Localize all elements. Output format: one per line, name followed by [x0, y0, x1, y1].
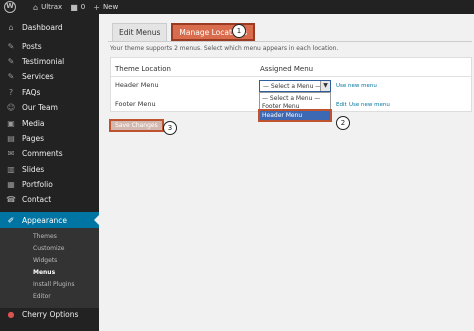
- sidebar-item-label: Testimonial: [22, 57, 65, 66]
- site-name-link[interactable]: ⌂ Ultrax: [33, 3, 62, 12]
- sidebar-item-pages[interactable]: ▤ Pages: [0, 131, 99, 146]
- menu-select-dropdown: — Select a Menu — Footer Menu Header Men…: [258, 92, 332, 122]
- sidebar-item-label: Slides: [22, 165, 45, 174]
- question-icon: ?: [8, 88, 14, 97]
- pin-icon: ✎: [7, 42, 15, 51]
- callout-1: 1: [232, 24, 246, 38]
- submenu-item-menus[interactable]: Menus: [0, 266, 99, 278]
- new-label: New: [102, 3, 119, 11]
- option-footer-menu[interactable]: Footer Menu: [260, 102, 330, 111]
- site-name: Ultrax: [41, 3, 63, 11]
- use-new-menu-link-footer[interactable]: Use new menu: [349, 102, 390, 108]
- slides-icon: ▥: [7, 165, 15, 174]
- admin-sidebar: ⌂ Dashboard ✎ Posts ✎ Testimonial ✎ Serv…: [0, 14, 99, 331]
- sidebar-item-label: Pages: [22, 134, 45, 143]
- cherry-icon: ●: [7, 310, 15, 319]
- sidebar-item-label: FAQs: [22, 88, 41, 97]
- sidebar-item-comments[interactable]: ✉ Comments: [0, 146, 99, 161]
- option-header-menu[interactable]: Header Menu: [258, 109, 332, 122]
- brush-icon: ✐: [7, 215, 15, 225]
- sidebar-item-label: Posts: [22, 42, 42, 51]
- pin-icon: ✎: [7, 57, 15, 66]
- save-changes-button[interactable]: Save Changes: [109, 119, 164, 132]
- tab-divider: [108, 41, 472, 42]
- comment-bubble-icon: ■: [70, 2, 78, 12]
- sidebar-item-cherry-options[interactable]: ● Cherry Options: [0, 307, 99, 322]
- admin-bar: W ⌂ Ultrax ■ 0 + New: [0, 0, 474, 14]
- phone-icon: ☎: [6, 195, 16, 204]
- use-new-menu-link-header[interactable]: Use new menu: [336, 83, 377, 89]
- appearance-submenu: Themes Customize Widgets Menus Install P…: [0, 228, 99, 308]
- sidebar-item-services[interactable]: ✎ Services: [0, 69, 99, 84]
- sidebar-item-label: Appearance: [22, 215, 68, 225]
- comments-count: 0: [80, 3, 86, 11]
- sidebar-item-label: Portfolio: [22, 180, 53, 189]
- sidebar-item-label: Services: [22, 72, 54, 81]
- sidebar-item-label: Contact: [22, 195, 52, 204]
- submenu-item-customize[interactable]: Customize: [0, 242, 99, 254]
- pages-icon: ▤: [7, 134, 15, 143]
- users-icon: ☺: [6, 103, 16, 112]
- locations-description: Your theme supports 2 menus. Select whic…: [110, 45, 339, 52]
- callout-3: 3: [163, 121, 177, 135]
- new-content-link[interactable]: + New: [93, 3, 118, 12]
- header-divider: [111, 76, 471, 77]
- sidebar-item-slides[interactable]: ▥ Slides: [0, 162, 99, 177]
- submenu-item-themes[interactable]: Themes: [0, 230, 99, 242]
- comments-link[interactable]: ■ 0: [70, 3, 85, 12]
- sidebar-item-contact[interactable]: ☎ Contact: [0, 192, 99, 207]
- portfolio-icon: ▦: [7, 180, 15, 189]
- tab-edit-menus[interactable]: Edit Menus: [112, 23, 168, 41]
- sidebar-item-portfolio[interactable]: ▦ Portfolio: [0, 177, 99, 192]
- sidebar-item-testimonial[interactable]: ✎ Testimonial: [0, 54, 99, 69]
- comment-icon: ✉: [7, 149, 15, 158]
- select-current-value: — Select a Menu —: [263, 82, 322, 90]
- column-header-theme-location: Theme Location: [115, 65, 171, 73]
- sidebar-item-dashboard[interactable]: ⌂ Dashboard: [0, 20, 99, 35]
- header-menu-select[interactable]: — Select a Menu — ▼: [259, 80, 331, 92]
- sidebar-item-faqs[interactable]: ? FAQs: [0, 85, 99, 100]
- sidebar-item-label: Cherry Options: [22, 310, 79, 319]
- dashboard-icon: ⌂: [8, 23, 14, 32]
- sidebar-item-media[interactable]: ▣ Media: [0, 116, 99, 131]
- edit-link-footer[interactable]: Edit: [336, 102, 347, 108]
- sidebar-item-our-team[interactable]: ☺ Our Team: [0, 100, 99, 115]
- submenu-item-editor[interactable]: Editor: [0, 290, 99, 302]
- location-label-footer: Footer Menu: [115, 100, 156, 108]
- chevron-down-icon[interactable]: ▼: [320, 81, 330, 91]
- pin-icon: ✎: [7, 72, 15, 81]
- wordpress-logo-icon[interactable]: W: [4, 1, 16, 13]
- submenu-item-widgets[interactable]: Widgets: [0, 254, 99, 266]
- sidebar-item-posts[interactable]: ✎ Posts: [0, 39, 99, 54]
- plus-icon: +: [93, 2, 100, 12]
- sidebar-item-label: Comments: [22, 149, 63, 158]
- column-header-assigned-menu: Assigned Menu: [260, 65, 314, 73]
- sidebar-item-label: Our Team: [22, 103, 58, 112]
- home-icon: ⌂: [33, 2, 39, 12]
- location-label-header: Header Menu: [115, 81, 159, 89]
- callout-2: 2: [336, 116, 350, 130]
- sidebar-item-appearance[interactable]: ✐ Appearance: [0, 212, 99, 228]
- media-icon: ▣: [7, 119, 15, 128]
- submenu-item-install-plugins[interactable]: Install Plugins: [0, 278, 99, 290]
- sidebar-item-label: Dashboard: [22, 23, 63, 32]
- sidebar-item-label: Media: [22, 119, 45, 128]
